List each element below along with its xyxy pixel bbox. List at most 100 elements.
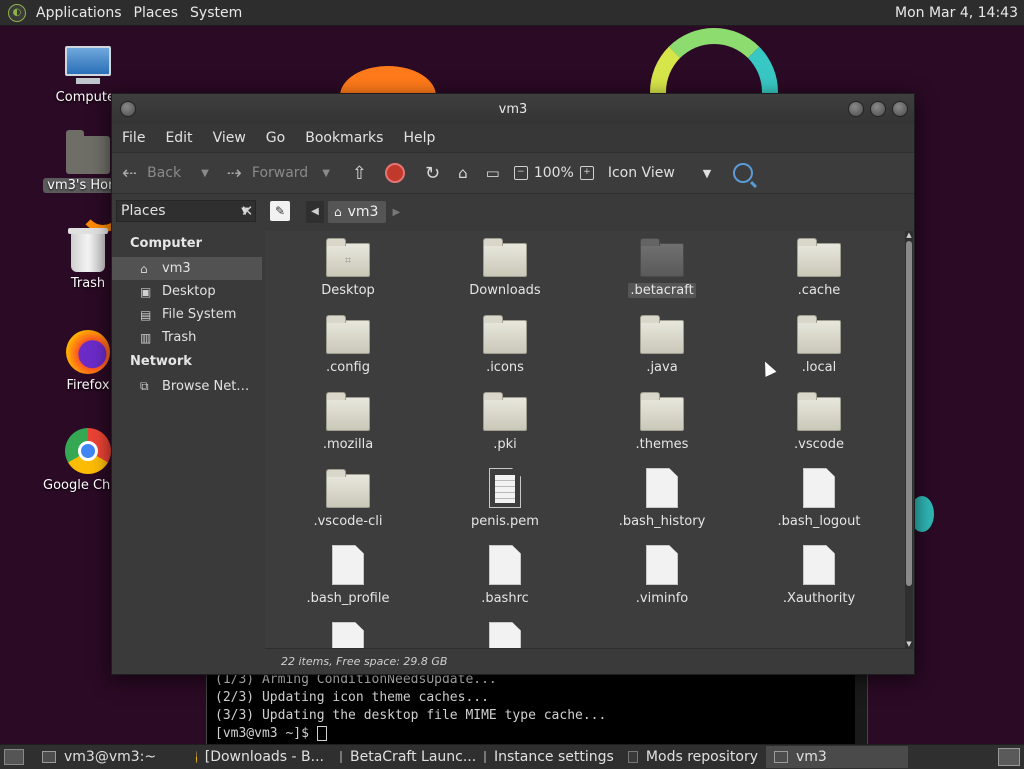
task-betacraft-launcher[interactable]: BetaCraft Launc... [332,746,476,768]
sidebar-item-vm3[interactable]: ⌂ vm3 [112,257,262,280]
edit-location-icon[interactable]: ✎ [270,201,290,221]
reload-icon[interactable]: ↻ [425,163,440,184]
task-terminal[interactable]: vm3@vm3:~ [34,746,188,768]
menu-view[interactable]: View [203,130,256,146]
terminal-scrollbar[interactable] [855,671,867,745]
terminal-prompt[interactable]: [vm3@vm3 ~]$ [207,725,867,743]
file-item[interactable]: .themes [587,391,737,452]
chevron-down-icon[interactable]: ▼ [322,168,330,179]
task-instance-settings[interactable]: Instance settings [476,746,620,768]
file-item[interactable]: .betacraft [587,237,737,298]
menu-bookmarks[interactable]: Bookmarks [295,130,393,146]
sidebar-item-trash[interactable]: ▥ Trash [112,326,262,349]
sidebar-item-file-system[interactable]: ▤ File System [112,303,262,326]
chevron-down-icon[interactable]: ▼ [201,168,209,179]
show-desktop-icon[interactable] [4,749,24,765]
file-item[interactable]: .viminfo [587,545,737,606]
file-item[interactable]: Downloads [430,237,580,298]
file-name: .vscode [794,437,844,452]
file-name: .themes [635,437,689,452]
menu-places[interactable]: Places [128,5,185,21]
computer-icon[interactable]: ▭ [486,164,500,182]
file-name: .config [326,360,370,375]
file-name: .pki [493,437,517,452]
breadcrumb-left-icon[interactable]: ◀ [306,201,324,223]
task-chrome[interactable]: [Downloads - B... [188,746,332,768]
view-mode-select[interactable]: Icon View ▼ [608,165,711,181]
terminal-line: (2/3) Updating icon theme caches... [215,690,489,705]
breadcrumb-right-icon[interactable]: ▶ [392,207,400,218]
folder-icon [483,392,527,431]
chrome-icon [65,428,111,474]
folder-icon [326,392,370,431]
back-arrow-icon: ⇠ [122,162,138,184]
file-item[interactable]: .Xauthority [744,545,894,606]
scroll-down-icon[interactable]: ▼ [905,640,913,648]
zoom-out-icon[interactable]: − [513,166,528,180]
menu-file[interactable]: File [112,130,155,146]
file-item[interactable]: .config [273,314,423,375]
menu-help[interactable]: Help [393,130,445,146]
menu-edit[interactable]: Edit [155,130,202,146]
sidebar-places-select[interactable]: Places ▼ [116,200,256,222]
bottom-taskbar: vm3@vm3:~ [Downloads - B... BetaCraft La… [0,744,1024,769]
terminal-window[interactable]: (1/3) Arming ConditionNeedsUpdate... (2/… [206,670,868,746]
task-file-manager[interactable]: vm3 [766,746,908,768]
file-item[interactable] [430,622,580,648]
file-icon [646,468,678,508]
forward-button[interactable]: ⇢ Forward ▼ [227,163,330,184]
up-icon[interactable]: ⇧ [352,163,367,184]
folder-icon [640,238,684,277]
file-item[interactable]: .bash_profile [273,545,423,606]
file-item[interactable]: .bash_history [587,468,737,529]
clock[interactable]: Mon Mar 4, 14:43 [895,5,1024,21]
file-item[interactable]: ⌗ Desktop [273,237,423,298]
file-view[interactable]: ⌗ Desktop Downloads .betacraft .cache .config… [265,231,905,648]
folder-icon [483,238,527,277]
folder-icon [326,315,370,354]
scroll-up-icon[interactable]: ▲ [905,231,913,239]
file-item[interactable]: .icons [430,314,580,375]
file-icon [803,468,835,508]
task-mods-repository[interactable]: Mods repository [620,746,766,768]
distro-logo-icon[interactable]: ◐ [8,3,26,22]
stop-icon[interactable] [385,163,405,183]
search-icon[interactable] [733,163,754,183]
minimize-button[interactable] [848,101,864,117]
zoom-in-icon[interactable]: + [579,166,594,180]
window-titlebar[interactable]: vm3 [112,94,914,124]
breadcrumb-item[interactable]: ⌂ vm3 [328,201,387,223]
file-item[interactable]: .mozilla [273,391,423,452]
close-button[interactable] [892,101,908,117]
file-item[interactable]: .java [587,314,737,375]
maximize-button[interactable] [870,101,886,117]
folder-icon [774,751,788,763]
file-name: .local [801,360,837,375]
home-icon[interactable]: ⌂ [458,164,468,182]
file-item[interactable]: .cache [744,237,894,298]
workspace-switcher[interactable] [998,748,1020,766]
terminal-icon [42,751,56,763]
file-item[interactable]: .bash_logout [744,468,894,529]
menu-applications[interactable]: Applications [30,5,128,21]
back-button[interactable]: ⇠ Back ▼ [122,163,209,184]
java-icon [628,751,638,763]
close-sidebar-icon[interactable]: ✕ [236,200,258,222]
menu-system[interactable]: System [184,5,248,21]
zoom-control: − 100% + [513,165,594,181]
file-name: .cache [797,283,841,298]
file-item[interactable]: .pki [430,391,580,452]
file-item[interactable]: .vscode [744,391,894,452]
file-icon [803,545,835,585]
sidebar-item-desktop[interactable]: ▣ Desktop [112,280,262,303]
file-item[interactable]: .vscode-cli [273,468,423,529]
forward-arrow-icon: ⇢ [226,162,242,184]
menu-go[interactable]: Go [256,130,295,146]
file-item[interactable]: .bashrc [430,545,580,606]
file-item[interactable] [273,622,423,648]
scrollbar-thumb[interactable] [906,241,912,586]
java-icon [484,751,486,763]
file-view-scrollbar[interactable]: ▲ ▼ [905,231,913,648]
sidebar-item-browse-network[interactable]: ⧉ Browse Net… [112,375,262,398]
file-item[interactable]: penis.pem [430,468,580,529]
